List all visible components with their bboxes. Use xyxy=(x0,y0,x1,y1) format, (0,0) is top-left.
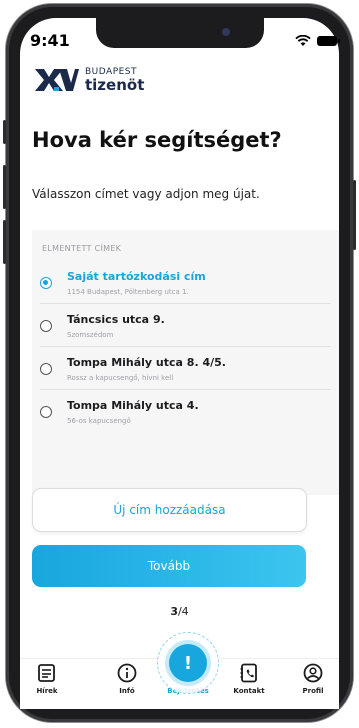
volume-up-button xyxy=(3,165,6,209)
info-icon xyxy=(117,663,137,683)
divider xyxy=(40,389,331,390)
tab-news[interactable]: Hírek xyxy=(22,663,72,695)
tab-contact[interactable]: Kontakt xyxy=(224,663,274,695)
add-address-button[interactable]: Új cím hozzáadása xyxy=(32,488,307,532)
volume-down-button xyxy=(3,220,6,264)
address-item-tancsics[interactable]: Táncsics utca 9. Szomszédom xyxy=(24,305,331,347)
address-label: Táncsics utca 9. xyxy=(67,313,165,326)
address-detail: 1154 Budapest, Pöltenberg utca 1. xyxy=(67,288,189,296)
report-alert-button[interactable]: ! xyxy=(169,644,207,682)
radio-button[interactable] xyxy=(40,406,52,418)
wifi-icon xyxy=(295,35,311,46)
address-label: Tompa Mihály utca 4. xyxy=(67,399,199,412)
mute-switch xyxy=(3,120,6,144)
address-detail: Szomszédom xyxy=(67,331,114,339)
next-button[interactable]: Tovább xyxy=(32,545,306,587)
page-subtitle: Válasszon címet vagy adjon meg újat. xyxy=(32,187,260,201)
step-indicator: 3/4 xyxy=(0,605,359,618)
address-detail: 56-os kapucsengő xyxy=(67,417,131,425)
saved-addresses-header: ELMENTETT CÍMEK xyxy=(42,244,122,253)
tab-label: Kontakt xyxy=(233,687,265,695)
divider xyxy=(40,346,331,347)
address-item-tompa-4[interactable]: Tompa Mihály utca 4. 56-os kapucsengő xyxy=(24,391,331,433)
step-current: 3 xyxy=(170,605,178,618)
address-item-tompa-8[interactable]: Tompa Mihály utca 8. 4/5. Rossz a kapucs… xyxy=(24,348,331,390)
brand-line2: tizenöt xyxy=(85,75,145,94)
notch xyxy=(96,18,264,48)
battery-icon xyxy=(317,36,340,46)
page-title: Hova kér segítséget? xyxy=(32,128,282,152)
brand-logo: BUDAPEST tizenöt xyxy=(35,67,144,93)
tab-label: Infó xyxy=(119,687,135,695)
address-item-own[interactable]: Saját tartózkodási cím 1154 Budapest, Pö… xyxy=(24,262,331,304)
status-icons xyxy=(295,35,340,47)
xv-logo-mark xyxy=(35,69,79,91)
tab-label: Hírek xyxy=(36,687,58,695)
phone-book-icon xyxy=(240,663,257,683)
address-label: Saját tartózkodási cím xyxy=(67,270,206,283)
tab-profile[interactable]: Profil xyxy=(288,663,338,695)
camera-icon xyxy=(222,28,230,36)
radio-button-selected[interactable] xyxy=(40,277,52,289)
saved-addresses-panel: ELMENTETT CÍMEK Saját tartózkodási cím 1… xyxy=(32,230,339,495)
profile-icon xyxy=(303,663,323,683)
divider xyxy=(40,303,331,304)
status-time: 9:41 xyxy=(30,31,70,50)
newspaper-icon xyxy=(38,664,55,682)
address-detail: Rossz a kapucsengő, hívni kell xyxy=(67,374,174,382)
radio-button[interactable] xyxy=(40,320,52,332)
step-total: /4 xyxy=(177,605,189,618)
power-button xyxy=(353,180,356,250)
radio-button[interactable] xyxy=(40,363,52,375)
address-label: Tompa Mihály utca 8. 4/5. xyxy=(67,356,226,369)
tab-info[interactable]: Infó xyxy=(102,663,152,695)
tab-label: Profil xyxy=(302,687,324,695)
